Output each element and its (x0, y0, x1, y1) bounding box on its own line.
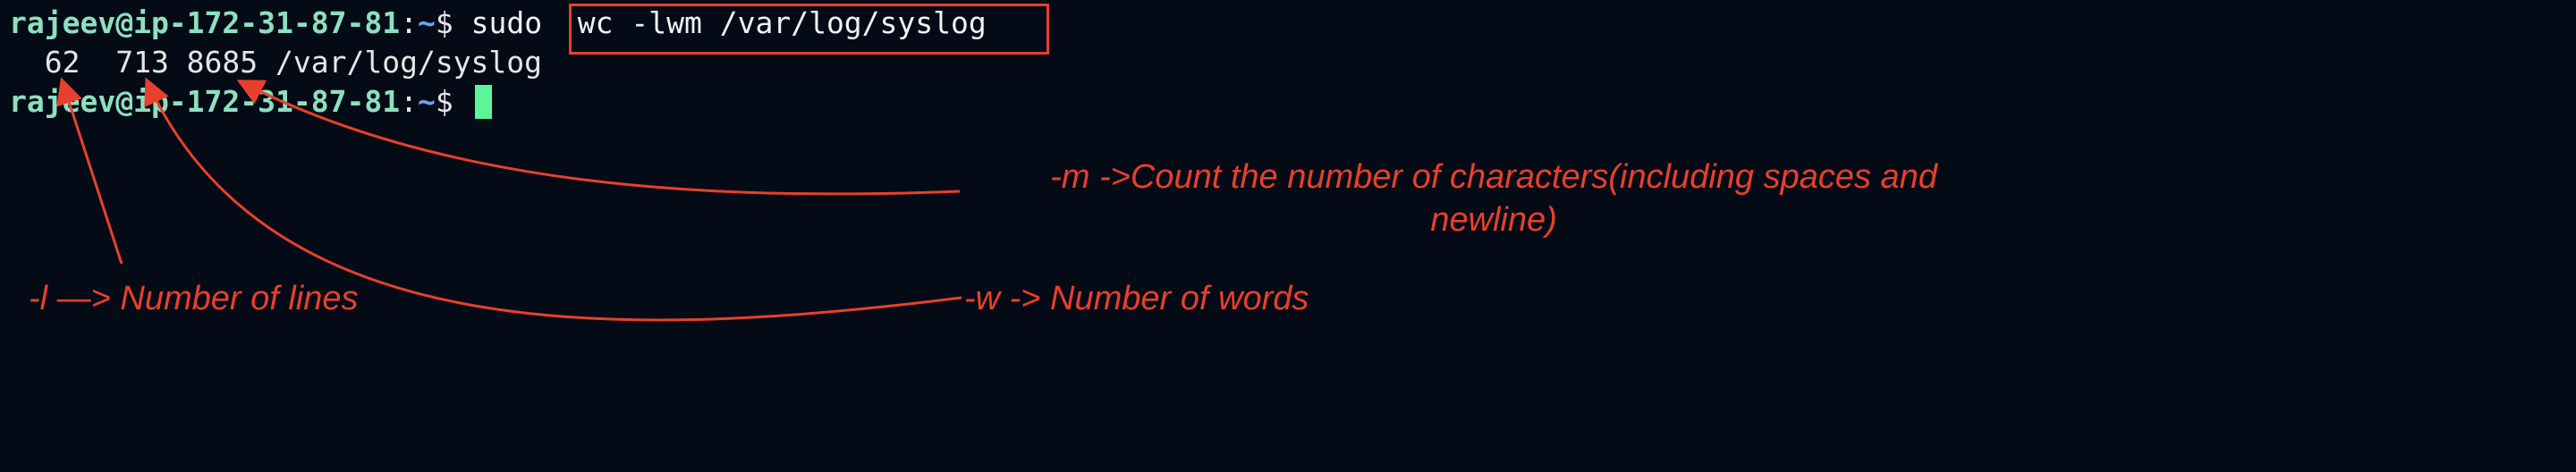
annotation-chars-label: -m ->Count the number of characters(incl… (1050, 158, 1937, 239)
command-highlight-box (569, 4, 1049, 55)
prompt-path: ~ (417, 5, 436, 40)
annotation-lines-label: -l —> Number of lines (29, 280, 359, 317)
annotation-words-label: -w -> Number of words (964, 280, 1309, 317)
prompt-user-host: rajeev@ip-172-31-87-81 (9, 5, 401, 40)
prompt-user-host: rajeev@ip-172-31-87-81 (9, 84, 401, 119)
prompt-symbol: $ (435, 5, 453, 40)
active-prompt-line[interactable]: rajeev@ip-172-31-87-81:~$ (9, 82, 492, 122)
terminal-cursor[interactable] (474, 85, 492, 119)
prompt-symbol: $ (435, 84, 453, 119)
sudo-text: sudo (453, 5, 578, 40)
prompt-colon: : (400, 84, 418, 119)
prompt-colon: : (400, 5, 418, 40)
command-output: 62 713 8685 /var/log/syslog (9, 45, 543, 80)
terminal-window[interactable]: rajeev@ip-172-31-87-81:~$ sudo wc -lwm /… (0, 0, 2576, 472)
prompt-path: ~ (417, 84, 436, 119)
